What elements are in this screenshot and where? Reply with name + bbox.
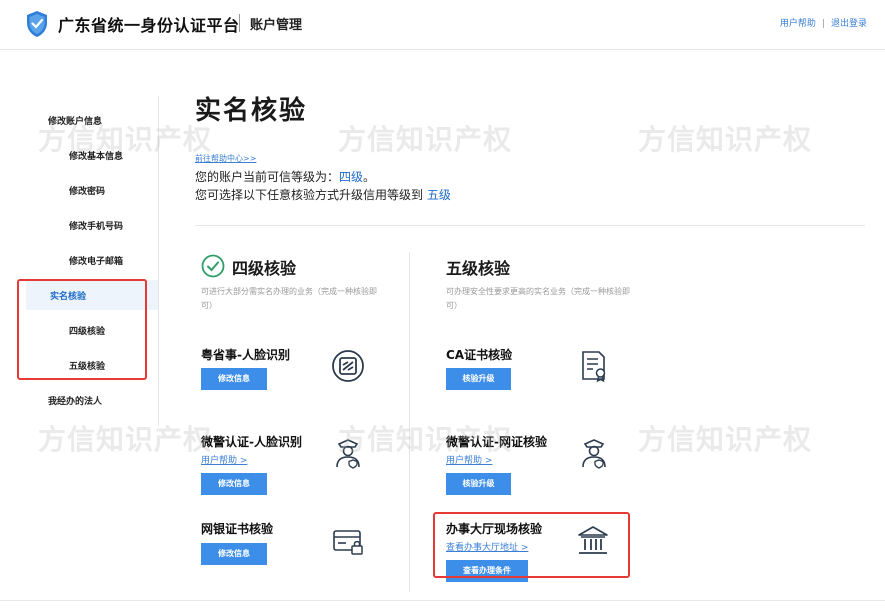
wj-cert-title: 微警认证-网证核验 [446,435,547,449]
wj-face-modify-button[interactable]: 修改信息 [201,473,267,495]
help-center-link[interactable]: 前往帮助中心>> [195,153,256,164]
level-prefix: 您的账户当前可信等级为： [195,170,340,184]
current-level: 四级 [339,170,364,184]
page-title: 实名核验 [195,96,308,126]
sidebar-item-password[interactable]: 修改密码 [69,184,105,197]
ca-cert-upgrade-button[interactable]: 核验升级 [446,368,511,390]
sidebar-item-phone[interactable]: 修改手机号码 [69,219,123,232]
wj-cert-upgrade-button[interactable]: 核验升级 [446,473,511,495]
ca-cert-title: CA证书核验 [446,348,513,362]
shield-logo-icon [27,11,47,37]
level-suffix: 。 [363,170,376,184]
sidebar-item-basic-info[interactable]: 修改基本信息 [69,149,123,162]
section-title: 账户管理 [250,18,303,33]
check-circle-icon [201,254,225,278]
highlight-box-sidebar [17,279,147,380]
level5-title: 五级核验 [446,259,511,278]
footer-divider [0,600,885,601]
logout-link[interactable]: 退出登录 [831,19,867,29]
top-links: 用户帮助 | 退出登录 [779,19,867,29]
wj-face-title: 微警认证-人脸识别 [201,435,302,449]
level4-desc: 可进行大部分需实名办理的业务（完成一种核验即可） [201,287,377,310]
level4-title: 四级核验 [232,259,297,278]
bank-cert-title: 网银证书核验 [201,522,274,536]
target-level: 五级 [426,188,451,202]
sidebar-item-email[interactable]: 修改电子邮箱 [69,254,123,267]
certificate-icon [582,351,606,383]
current-level-line: 您的账户当前可信等级为：四级。 [195,168,375,185]
sidebar-item-legal-person[interactable]: 我经办的法人 [48,394,102,407]
yss-modify-button[interactable]: 修改信息 [201,368,267,390]
section-divider [195,225,865,226]
watermark-text: 方信知识产权 [638,123,813,156]
watermark-text: 方信知识产权 [338,123,513,156]
header-separator [239,14,240,32]
platform-name: 广东省统一身份认证平台 [58,16,240,35]
watermark-text: 方信知识产权 [638,423,813,456]
wj-cert-help-link[interactable]: 用户帮助 > [446,453,492,466]
column-divider [409,252,410,592]
sidebar-item-account-info[interactable]: 修改账户信息 [48,114,102,127]
bank-cert-modify-button[interactable]: 修改信息 [201,543,267,565]
user-help-link[interactable]: 用户帮助 [780,19,816,29]
yss-face-title: 粤省事-人脸识别 [201,348,290,362]
level5-desc: 可办理安全性要求更高的实名业务（完成一种核验即可） [446,287,630,310]
top-header: 广东省统一身份认证平台 账户管理 用户帮助 | 退出登录 [0,0,885,50]
upgrade-line: 您可选择以下任意核验方式升级信用等级到 五级 [195,186,451,203]
highlight-box-hall [433,512,630,578]
police-officer-icon [336,439,360,469]
wj-face-help-link[interactable]: 用户帮助 > [201,453,247,466]
upgrade-prefix: 您可选择以下任意核验方式升级信用等级到 [195,188,427,202]
bank-cert-icon [333,530,363,555]
yss-logo-icon [332,350,364,382]
police-officer-icon [582,439,606,469]
